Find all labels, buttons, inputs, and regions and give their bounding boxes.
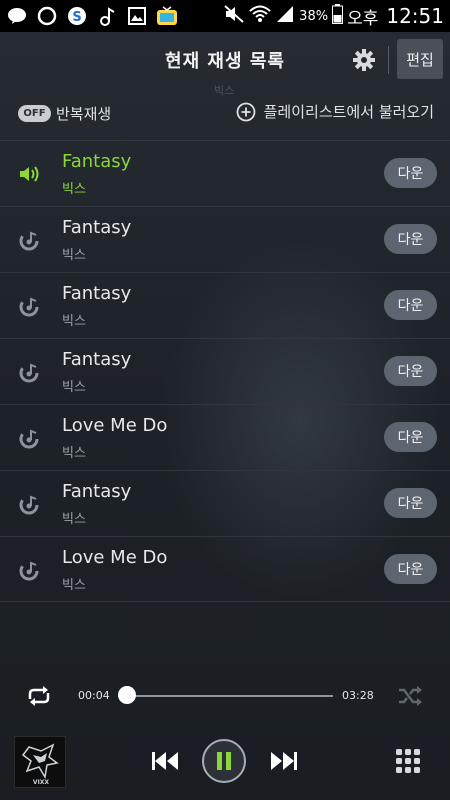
speaker-playing-icon xyxy=(18,163,44,185)
seek-thumb[interactable] xyxy=(118,686,137,704)
list-item[interactable]: Fantasy 빅스 다운 xyxy=(0,338,450,404)
album-art-text: VIXX xyxy=(33,779,50,786)
song-artist: 빅스 xyxy=(62,182,86,197)
playlist: Fantasy 빅스 다운 Fantasy 빅스 다운 Fantasy 빅스 다… xyxy=(0,140,450,602)
download-button[interactable]: 다운 xyxy=(384,422,437,452)
clock: 12:51 xyxy=(386,4,444,28)
song-title: Fantasy xyxy=(62,283,132,304)
wifi-icon xyxy=(249,4,271,29)
page-title: 현재 재생 목록 xyxy=(165,51,285,72)
music-disc-icon xyxy=(18,229,44,251)
current-time: 00:04 xyxy=(78,689,110,702)
total-time: 03:28 xyxy=(342,689,374,702)
progress-bar-row: 00:04 03:28 xyxy=(0,676,450,716)
list-item[interactable]: Fantasy 빅스 다운 xyxy=(0,272,450,338)
song-artist: 빅스 xyxy=(62,578,86,593)
song-title: Fantasy xyxy=(62,349,132,370)
repeat-toggle[interactable]: OFF xyxy=(18,105,51,122)
mute-icon xyxy=(223,4,245,29)
s-icon: S xyxy=(66,5,88,27)
song-title: Love Me Do xyxy=(62,547,168,568)
previous-icon[interactable] xyxy=(150,750,180,772)
tv-icon xyxy=(156,5,178,27)
list-item[interactable]: Fantasy 빅스 다운 xyxy=(0,206,450,272)
download-button[interactable]: 다운 xyxy=(384,488,437,518)
seek-track[interactable] xyxy=(123,695,333,697)
pause-icon xyxy=(217,752,231,770)
song-artist: 빅스 xyxy=(62,248,86,263)
plus-circle-icon xyxy=(236,102,256,122)
music-disc-icon xyxy=(18,493,44,515)
music-disc-icon xyxy=(18,361,44,383)
download-button[interactable]: 다운 xyxy=(384,158,437,188)
header: 현재 재생 목록 편집 xyxy=(0,32,450,88)
song-artist: 빅스 xyxy=(62,512,86,527)
song-title: Fantasy xyxy=(62,151,132,172)
shuffle-icon[interactable] xyxy=(397,685,423,707)
download-button[interactable]: 다운 xyxy=(384,224,437,254)
music-disc-icon xyxy=(18,559,44,581)
list-item[interactable]: Love Me Do 빅스 다운 xyxy=(0,536,450,602)
faint-artist-label: 빅스 xyxy=(214,84,235,97)
svg-text:S: S xyxy=(72,10,81,25)
image-icon xyxy=(126,5,148,27)
load-playlist-label: 플레이리스트에서 불러오기 xyxy=(263,103,434,121)
battery-percent: 38% xyxy=(299,8,329,24)
list-item[interactable]: Fantasy 빅스 다운 xyxy=(0,140,450,206)
download-button[interactable]: 다운 xyxy=(384,290,437,320)
repeat-label: 반복재생 xyxy=(56,105,112,123)
song-artist: 빅스 xyxy=(62,380,86,395)
playback-controls: VIXX xyxy=(0,726,450,800)
album-art[interactable]: VIXX xyxy=(14,736,66,788)
pause-button[interactable] xyxy=(202,739,246,783)
gear-icon[interactable] xyxy=(352,48,376,72)
song-artist: 빅스 xyxy=(62,446,86,461)
next-icon[interactable] xyxy=(269,750,299,772)
grid-menu-icon[interactable] xyxy=(396,749,420,773)
list-item[interactable]: Fantasy 빅스 다운 xyxy=(0,470,450,536)
battery-icon xyxy=(332,3,344,29)
signal-icon xyxy=(275,5,295,28)
download-button[interactable]: 다운 xyxy=(384,554,437,584)
header-divider xyxy=(388,46,389,74)
kakaotalk-icon xyxy=(6,5,28,27)
song-title: Fantasy xyxy=(62,481,132,502)
status-bar: S 38% 오후 12:51 xyxy=(0,0,450,32)
list-item[interactable]: Love Me Do 빅스 다운 xyxy=(0,404,450,470)
options-row: 빅스 OFF 반복재생 플레이리스트에서 불러오기 xyxy=(0,84,450,140)
edit-button[interactable]: 편집 xyxy=(397,39,443,79)
line-icon xyxy=(36,5,58,27)
download-button[interactable]: 다운 xyxy=(384,356,437,386)
music-disc-icon xyxy=(18,295,44,317)
music-note-icon xyxy=(96,5,118,27)
load-playlist-button[interactable]: 플레이리스트에서 불러오기 xyxy=(236,101,434,122)
music-disc-icon xyxy=(18,427,44,449)
song-artist: 빅스 xyxy=(62,314,86,329)
song-title: Fantasy xyxy=(62,217,132,238)
repeat-icon[interactable] xyxy=(25,685,53,707)
ampm-label: 오후 xyxy=(347,8,379,29)
song-title: Love Me Do xyxy=(62,415,168,436)
